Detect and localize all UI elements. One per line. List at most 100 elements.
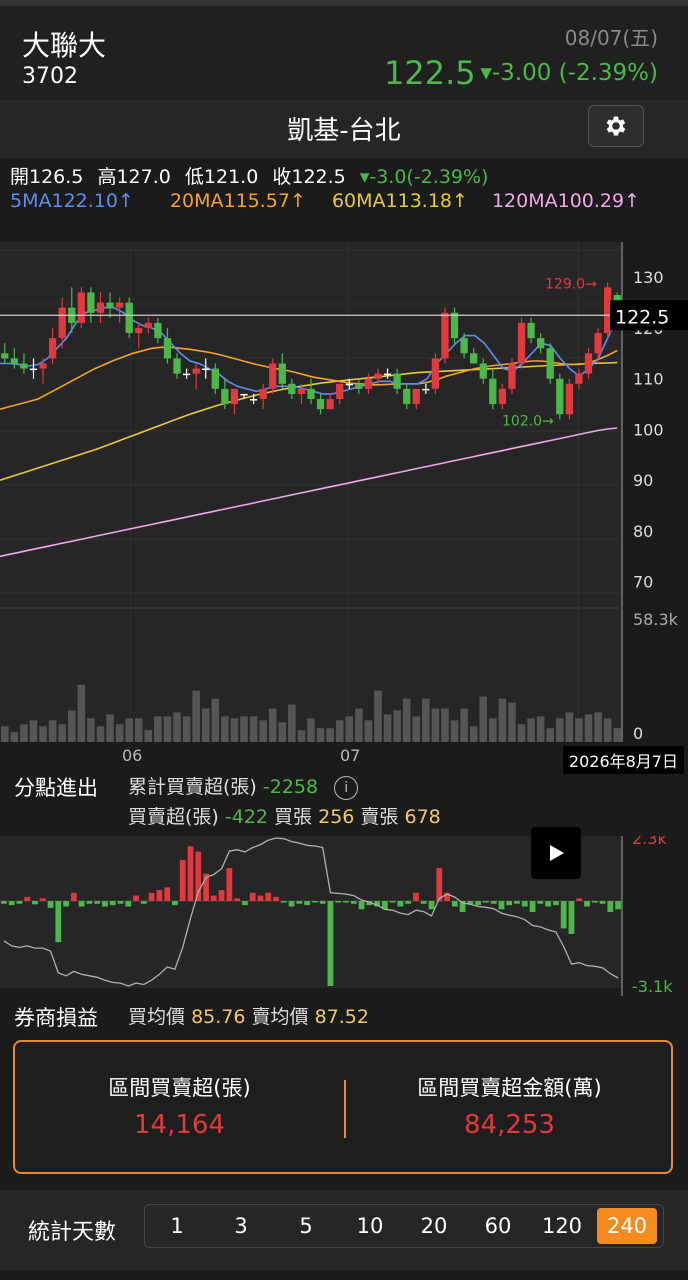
volume-bar <box>240 716 248 742</box>
days-label: 統計天數 <box>28 1220 117 1245</box>
days-selector-bar: 統計天數 1 3 5 10 20 60 120 240 <box>0 1190 688 1270</box>
flow-cumulative: 累計買賣超(張) -2258 i <box>128 772 359 800</box>
flow-bar <box>514 901 520 904</box>
days-selector: 1 3 5 10 20 60 120 240 <box>144 1204 664 1248</box>
cum-value: -2258 <box>262 776 319 798</box>
days-option[interactable]: 3 <box>211 1208 271 1244</box>
flow-bar <box>39 898 46 902</box>
interval-summary: 區間買賣超(張) 14,164 區間買賣超金額(萬) 84,253 <box>13 1040 673 1174</box>
summary-right-label: 區間買賣超金額(萬) <box>417 1076 602 1100</box>
candle-body <box>10 358 18 364</box>
volume-bar <box>393 710 401 742</box>
candle-body <box>345 383 353 386</box>
candle-body <box>412 388 420 405</box>
volume-bar <box>77 684 86 742</box>
candle-body <box>173 358 181 374</box>
y-tick-label: 130 <box>633 268 664 287</box>
days-option[interactable]: 60 <box>468 1208 528 1244</box>
y-tick-label: 100 <box>633 420 664 439</box>
flow-bar <box>413 892 419 902</box>
flow-bar <box>405 901 412 904</box>
flow-bar <box>498 901 505 910</box>
sell-value: 678 <box>404 806 441 828</box>
flow-bar <box>24 896 31 902</box>
settings-button[interactable] <box>588 105 644 147</box>
sell-label: 賣張 <box>360 806 399 828</box>
flow-bar <box>327 901 334 986</box>
flow-bar <box>615 901 621 910</box>
days-option[interactable]: 20 <box>404 1208 464 1244</box>
flow-bar <box>591 901 598 903</box>
volume-bar <box>249 716 258 742</box>
days-option[interactable]: 10 <box>340 1208 400 1244</box>
flow-bar <box>47 901 54 908</box>
candle-body <box>87 292 95 313</box>
low-value: 低121.0 <box>184 166 259 188</box>
volume-bar <box>565 712 574 742</box>
flow-bar <box>350 901 357 904</box>
volume-bar <box>508 702 516 742</box>
open-value: 開126.5 <box>10 166 84 188</box>
days-option[interactable]: 5 <box>276 1208 336 1244</box>
cum-label: 累計買賣超(張) <box>128 776 257 798</box>
volume-bar <box>355 708 363 742</box>
play-icon <box>550 845 564 861</box>
candle-body <box>211 368 219 389</box>
flow-bar <box>335 901 342 903</box>
flow-bar <box>319 901 326 904</box>
flow-bar <box>506 901 513 906</box>
volume-bar <box>58 724 66 742</box>
info-icon[interactable]: i <box>334 775 359 800</box>
flow-bar <box>553 901 559 906</box>
volume-bar <box>536 716 545 742</box>
max-price-label: 129.0→ <box>545 276 597 292</box>
flow-bar <box>8 901 15 906</box>
flow-bar <box>584 901 590 907</box>
broker-flow-chart[interactable]: 2.3k -3.1k <box>0 836 688 996</box>
volume-bar <box>106 714 114 742</box>
date-badge: 2026年8月7日 <box>562 746 684 774</box>
candle-body <box>575 373 583 384</box>
volume-max-label: 58.3k <box>633 610 679 629</box>
days-option[interactable]: 120 <box>532 1208 592 1244</box>
pnl-title: 券商損益 <box>14 1006 98 1030</box>
volume-bar <box>374 690 382 742</box>
current-price: 122.5 <box>384 54 476 92</box>
volume-bar <box>96 726 105 742</box>
flow-bar <box>55 901 62 943</box>
play-button[interactable] <box>531 827 581 879</box>
candle-body <box>39 363 47 369</box>
candle-body <box>355 383 363 389</box>
volume-bar <box>316 728 325 742</box>
volume-zero-label: 0 <box>633 724 643 742</box>
volume-bar <box>441 708 449 742</box>
flow-bar <box>343 901 349 903</box>
volume-bar <box>431 708 440 742</box>
days-option[interactable]: 1 <box>147 1208 207 1244</box>
pnl-values: 買均價 85.76 賣均價 87.52 <box>128 1002 369 1029</box>
candle-body <box>77 292 85 323</box>
days-option-selected[interactable]: 240 <box>597 1208 657 1244</box>
candle-body <box>374 373 382 379</box>
flow-bar <box>389 901 396 903</box>
candle-body <box>48 338 57 359</box>
y-tick-label: 90 <box>633 471 653 490</box>
volume-bar <box>489 718 497 742</box>
net-value: -422 <box>224 806 268 828</box>
volume-bar <box>278 722 287 742</box>
price-chart[interactable]: 130120110100908070 58.3k0 122.5129.0→102… <box>0 242 688 742</box>
volume-bar <box>268 708 277 742</box>
flow-max-label: 2.3k <box>632 836 667 848</box>
candle-body <box>403 388 411 405</box>
candle-body <box>470 353 478 364</box>
flow-bar <box>397 901 404 907</box>
broker-name[interactable]: 凱基-台北 <box>0 110 688 147</box>
candle-body <box>441 312 449 359</box>
flow-net: 買賣超(張) -422 買張 256 賣張 678 <box>128 802 441 829</box>
candle-body <box>297 388 306 394</box>
flow-bar <box>568 901 575 934</box>
flow-bar <box>257 895 264 902</box>
volume-bar <box>335 720 344 742</box>
candle-body <box>316 399 325 410</box>
volume-bar <box>402 698 411 742</box>
